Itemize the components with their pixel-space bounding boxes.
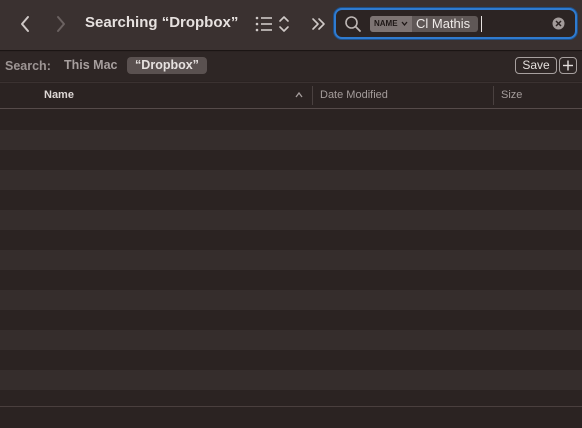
scope-label: Search: (5, 59, 51, 73)
plus-icon (563, 60, 573, 71)
sort-ascending-icon (295, 91, 303, 98)
status-bar (0, 406, 582, 428)
forward-button[interactable] (48, 10, 74, 38)
column-header: Name Date Modified Size (0, 82, 582, 109)
list-row (0, 330, 582, 350)
list-row (0, 170, 582, 190)
scope-this-mac[interactable]: This Mac (64, 58, 118, 72)
column-date-modified[interactable]: Date Modified (320, 89, 388, 101)
list-row (0, 370, 582, 390)
list-row (0, 350, 582, 370)
list-row (0, 290, 582, 310)
chevron-right-icon (57, 16, 65, 32)
column-size[interactable]: Size (501, 89, 522, 101)
list-view-icon (255, 16, 289, 32)
list-row (0, 250, 582, 270)
list-row (0, 310, 582, 330)
search-scope-bar: Search: This Mac “Dropbox” Save (0, 52, 582, 81)
search-token[interactable]: NAME Cl Mathis (370, 16, 478, 32)
scope-dropbox[interactable]: “Dropbox” (127, 57, 207, 74)
search-token-value: Cl Mathis (416, 16, 471, 31)
list-row (0, 270, 582, 290)
clear-icon (552, 17, 565, 30)
column-name[interactable]: Name (44, 89, 74, 101)
toolbar: Searching “Dropbox” NAME Cl Mathis (0, 0, 582, 51)
finder-window: Searching “Dropbox” NAME Cl Mathis Searc… (0, 0, 582, 428)
chevron-down-icon (401, 21, 408, 27)
toolbar-overflow-button[interactable] (309, 12, 329, 36)
back-button[interactable] (12, 10, 38, 38)
clear-search-button[interactable] (552, 17, 565, 30)
search-token-key[interactable]: NAME (370, 16, 412, 32)
list-row (0, 230, 582, 250)
save-search-button[interactable]: Save (515, 57, 557, 74)
window-title: Searching “Dropbox” (85, 14, 239, 31)
search-token-key-label: NAME (374, 19, 398, 28)
search-field[interactable]: NAME Cl Mathis (334, 8, 577, 39)
results-list[interactable] (0, 110, 582, 410)
column-divider[interactable] (493, 86, 494, 105)
list-row (0, 110, 582, 130)
text-cursor (481, 16, 482, 32)
view-options-button[interactable] (254, 13, 294, 35)
list-row (0, 210, 582, 230)
list-row (0, 130, 582, 150)
search-icon (345, 16, 361, 32)
column-divider[interactable] (312, 86, 313, 105)
double-chevron-icon (312, 18, 325, 30)
add-criteria-button[interactable] (559, 57, 577, 74)
list-row (0, 150, 582, 170)
list-row (0, 190, 582, 210)
chevron-left-icon (21, 16, 29, 32)
